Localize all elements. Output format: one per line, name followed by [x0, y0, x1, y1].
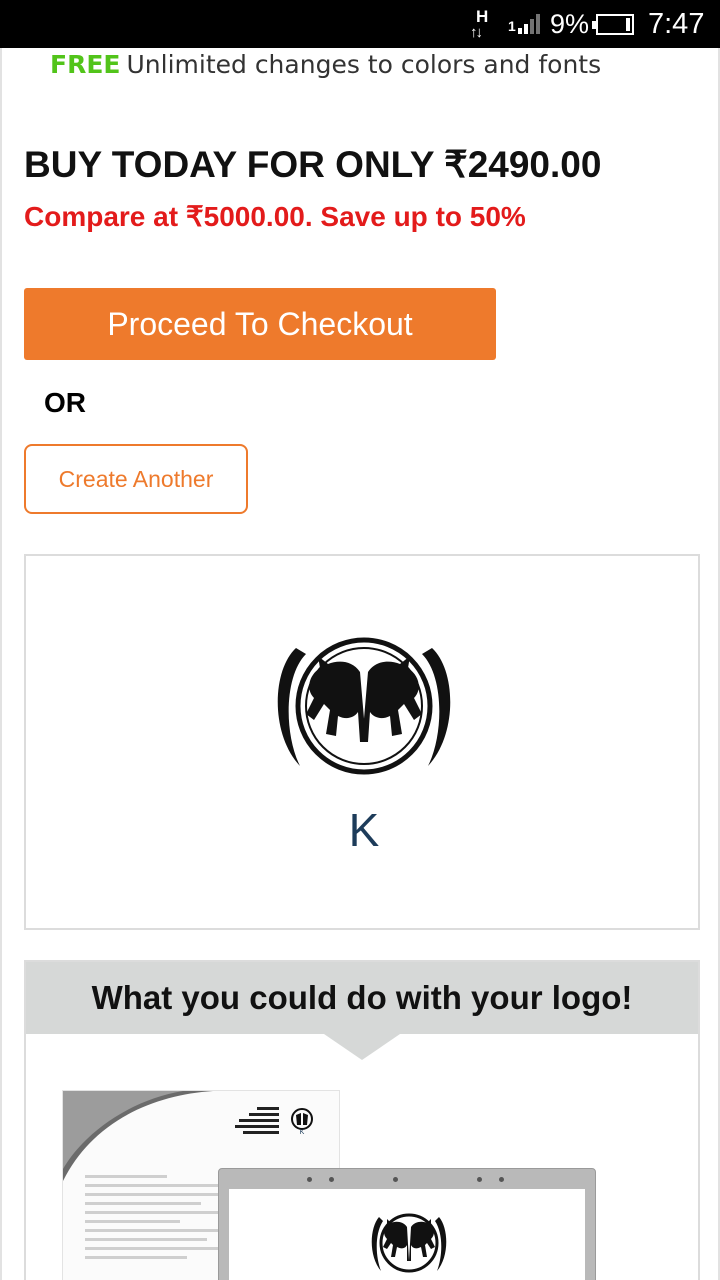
header-pointer-icon	[324, 1034, 400, 1060]
svg-text:K: K	[300, 1129, 305, 1135]
battery-icon	[592, 14, 634, 35]
logo-uses-title: What you could do with your logo!	[91, 979, 633, 1016]
logo-uses-header: What you could do with your logo!	[26, 962, 698, 1034]
data-transfer-icon: ↑↓	[470, 24, 483, 41]
proceed-to-checkout-button[interactable]: Proceed To Checkout	[24, 288, 496, 360]
screen-logo-icon	[371, 1213, 447, 1273]
checkout-page: FREE Unlimited changes to colors and font…	[0, 48, 720, 1280]
free-tag: FREE	[50, 50, 121, 79]
twin-horses-logo-icon	[277, 637, 451, 775]
logo-preview: K	[24, 554, 700, 930]
logo-letter: K	[348, 804, 380, 856]
status-time: 7:47	[648, 8, 705, 40]
letterhead-body-lines	[85, 1175, 221, 1265]
price-headline: BUY TODAY FOR ONLY ₹2490.00	[24, 144, 602, 185]
create-another-button[interactable]: Create Another	[24, 444, 248, 514]
status-bar: H ↑↓ 1 9% 7:47	[0, 0, 720, 48]
battery-percent: 9%	[550, 9, 590, 39]
compare-price: Compare at ₹5000.00. Save up to 50%	[24, 201, 526, 232]
signal-strength-icon: 1	[508, 12, 540, 36]
swoosh-decoration-icon	[63, 1091, 213, 1181]
logo-uses-section: What you could do with your logo! K	[24, 960, 700, 1280]
mini-logo-icon: K	[291, 1108, 313, 1135]
signal-sim-label: 1	[508, 18, 516, 34]
screen-display	[229, 1189, 585, 1280]
free-changes-note: FREE Unlimited changes to colors and font…	[50, 50, 601, 80]
or-separator: OR	[44, 387, 86, 418]
letterhead-header-text	[231, 1107, 279, 1137]
free-changes-text: Unlimited changes to colors and fonts	[126, 50, 602, 79]
laptop-screen-mockup-image	[218, 1168, 596, 1280]
network-type-label: H	[476, 7, 489, 26]
network-type-icon: H ↑↓	[468, 8, 498, 42]
